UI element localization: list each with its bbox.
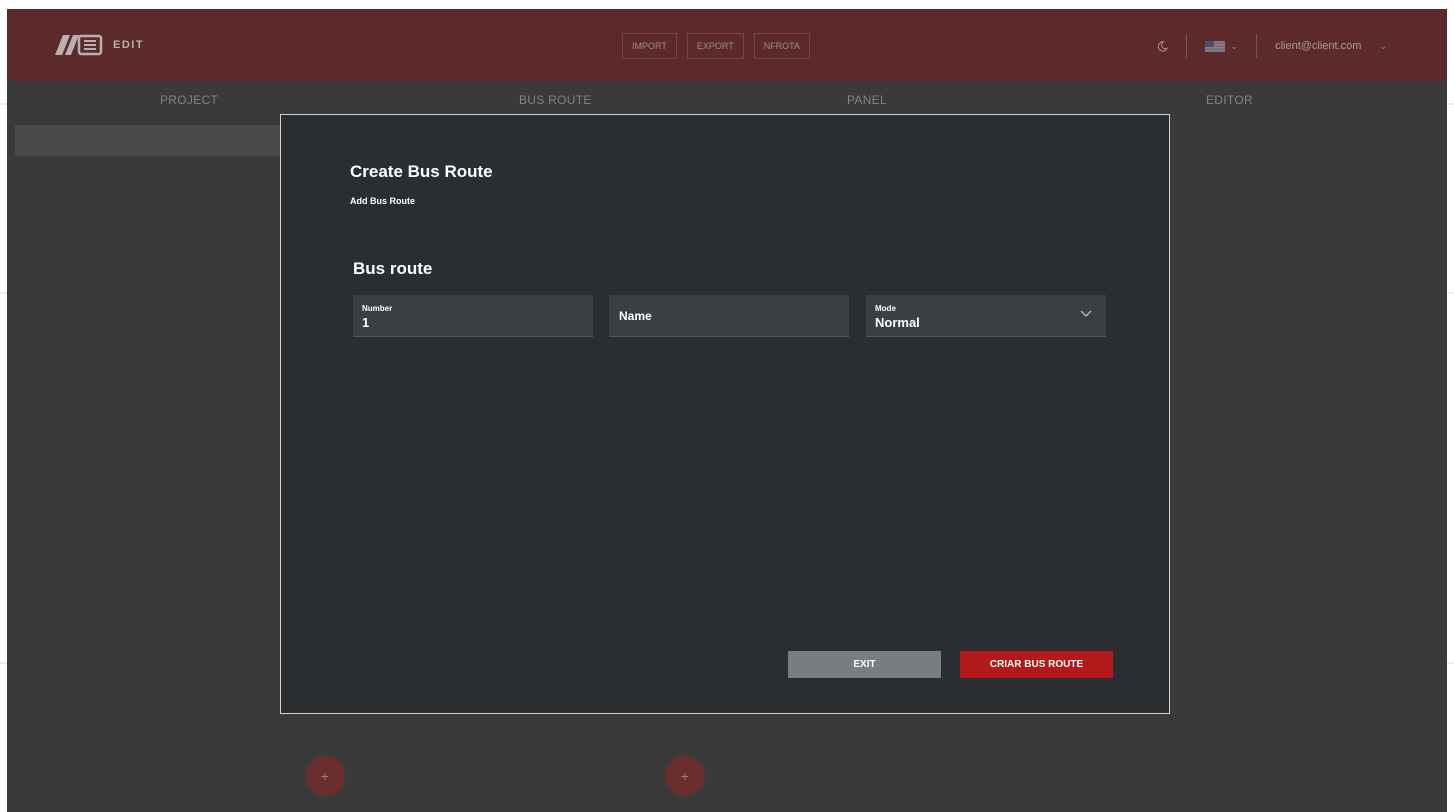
nfrota-button[interactable]: NFROTA xyxy=(753,33,811,59)
logo-text: EDIT xyxy=(113,39,145,51)
column-headers: PROJECT BUS ROUTE PANEL EDITOR xyxy=(7,93,1447,109)
column-panel: PANEL xyxy=(847,93,887,107)
logo[interactable]: EDIT xyxy=(53,33,144,57)
mode-label: Mode xyxy=(875,304,896,313)
divider xyxy=(1185,34,1187,58)
export-button[interactable]: EXPORT xyxy=(686,33,744,59)
header-right: ⌄ client@client.com ⌄ xyxy=(1157,33,1387,59)
name-placeholder: Name xyxy=(619,309,652,323)
top-actions: IMPORT EXPORT NFROTA xyxy=(622,33,811,59)
top-bar: EDIT IMPORT EXPORT NFROTA ⌄ client@clien… xyxy=(7,9,1447,81)
modal-subtitle: Add Bus Route xyxy=(350,196,415,206)
user-menu[interactable]: client@client.com ⌄ xyxy=(1275,40,1387,52)
mode-value: Normal xyxy=(875,315,920,330)
moon-icon[interactable] xyxy=(1157,40,1168,52)
modal-title: Create Bus Route xyxy=(350,162,493,181)
column-editor: EDITOR xyxy=(1206,93,1253,107)
add-bus-route-button[interactable]: + xyxy=(665,756,705,796)
add-project-button[interactable]: + xyxy=(305,756,345,796)
number-value: 1 xyxy=(362,315,370,330)
us-flag-icon xyxy=(1204,40,1225,52)
divider xyxy=(1256,34,1258,58)
user-email: client@client.com xyxy=(1275,40,1362,52)
chevron-down-icon: ⌄ xyxy=(1379,40,1387,51)
chevron-down-icon: ⌄ xyxy=(1230,40,1239,51)
column-project: PROJECT xyxy=(160,93,219,107)
number-label: Number xyxy=(362,304,393,313)
chevron-down-icon xyxy=(1080,310,1092,317)
logo-icon xyxy=(55,34,103,56)
project-list-item[interactable] xyxy=(15,125,283,156)
language-selector[interactable]: ⌄ xyxy=(1204,40,1239,52)
name-field[interactable]: Name xyxy=(609,295,849,337)
create-bus-route-modal: Create Bus Route Add Bus Route Bus route… xyxy=(280,114,1170,714)
import-button[interactable]: IMPORT xyxy=(622,33,677,59)
mode-select[interactable]: Mode Normal xyxy=(866,295,1106,337)
number-field[interactable]: Number 1 xyxy=(353,295,593,337)
exit-button[interactable]: EXIT xyxy=(788,651,941,678)
section-title: Bus route xyxy=(353,259,433,278)
column-bus-route: BUS ROUTE xyxy=(519,93,592,107)
create-bus-route-button[interactable]: CRIAR BUS ROUTE xyxy=(960,651,1113,678)
